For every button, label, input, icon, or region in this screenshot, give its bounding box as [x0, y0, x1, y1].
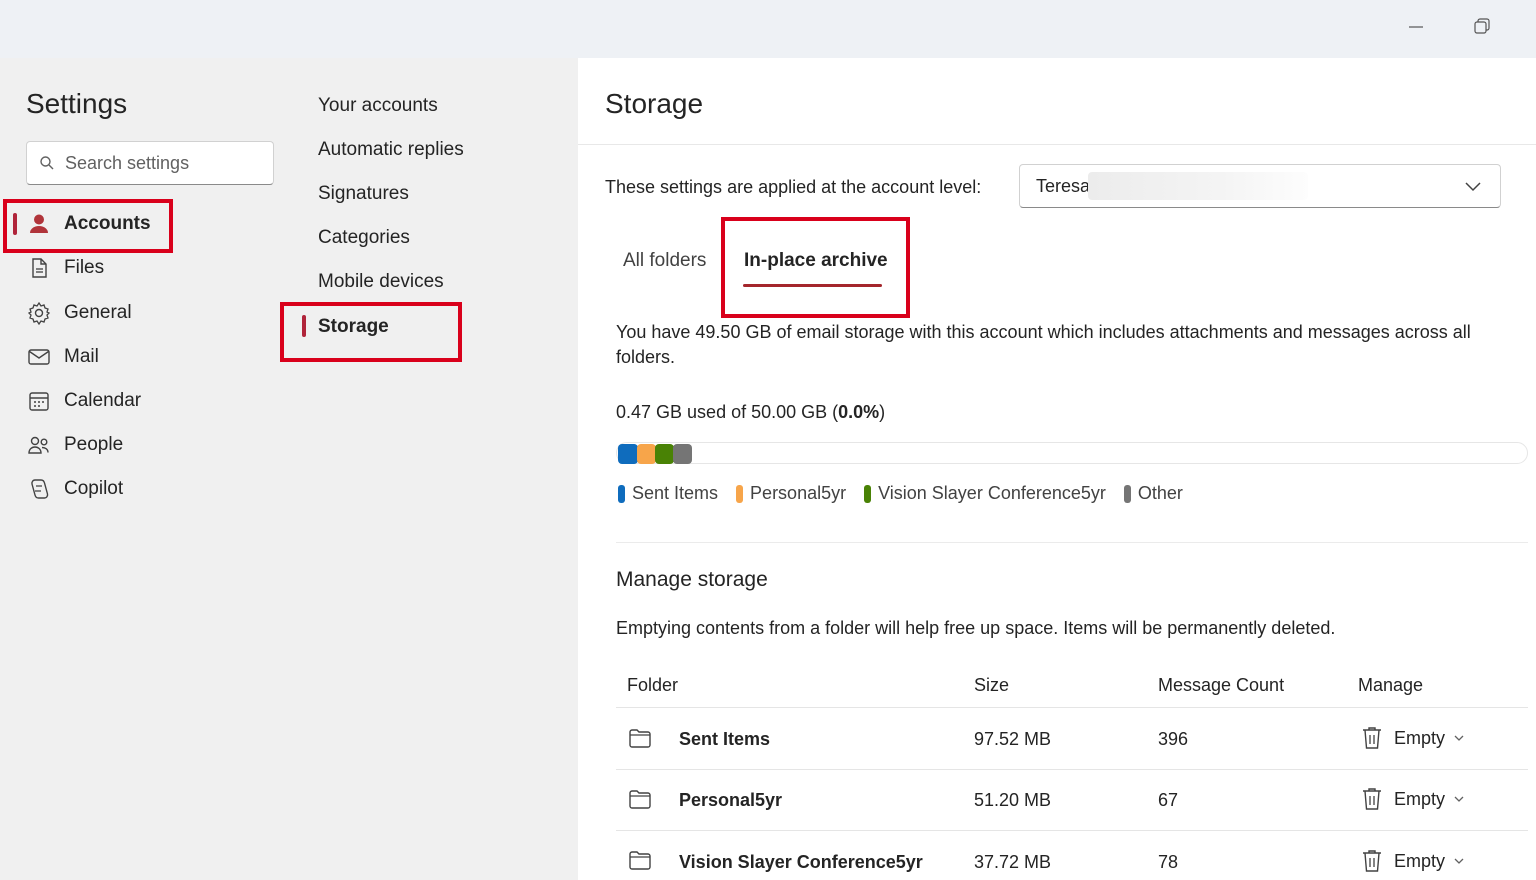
header-divider — [578, 144, 1536, 145]
nav-item-copilot[interactable]: Copilot — [26, 469, 123, 509]
settings-nav: Settings Accounts Files General Mail Cal… — [0, 58, 280, 880]
redacted-area — [1088, 172, 1308, 200]
people-icon — [26, 432, 52, 458]
chevron-down-icon — [1454, 858, 1464, 864]
nav-item-calendar[interactable]: Calendar — [26, 381, 141, 421]
column-header-size: Size — [974, 675, 1010, 695]
folder-icon — [629, 729, 651, 748]
account-dropdown-value: Teresa — [1036, 175, 1091, 196]
storage-usage-text: 0.47 GB used of 50.00 GB (0.0%) — [616, 402, 886, 422]
usage-segment-vision-slayer — [655, 444, 674, 464]
folder-size: 97.52 MB — [974, 729, 1052, 749]
chevron-down-icon — [1465, 182, 1481, 192]
section-divider — [616, 542, 1528, 543]
accounts-subnav: Your accounts Automatic replies Signatur… — [280, 58, 578, 880]
folder-message-count: 78 — [1158, 852, 1179, 872]
usage-legend: Sent Items Personal5yr Vision Slayer Con… — [618, 483, 1201, 504]
nav-item-label: Mail — [64, 346, 99, 367]
restore-button[interactable] — [1468, 14, 1496, 40]
nav-item-label: Copilot — [64, 478, 124, 499]
folder-size: 51.20 MB — [974, 790, 1052, 810]
usage-percent: 0.0% — [838, 402, 880, 422]
highlight-box-archive-tab — [721, 217, 910, 318]
nav-item-label: Files — [64, 257, 105, 278]
nav-item-label: People — [64, 434, 124, 455]
column-header-message-count: Message Count — [1158, 675, 1285, 695]
document-icon — [26, 255, 52, 281]
storage-description: You have 49.50 GB of email storage with … — [616, 322, 1471, 367]
folder-name: Personal5yr — [679, 790, 783, 810]
settings-title: Settings — [26, 88, 128, 119]
trash-icon — [1363, 788, 1381, 810]
subnav-mobile-devices[interactable]: Mobile devices — [318, 267, 444, 297]
page-title: Storage — [605, 88, 704, 119]
subnav-signatures[interactable]: Signatures — [318, 179, 409, 209]
nav-item-label: Calendar — [64, 390, 142, 411]
chevron-down-icon — [1454, 796, 1464, 802]
title-bar — [0, 0, 1536, 58]
legend-swatch — [1123, 484, 1131, 503]
folder-icon — [629, 851, 651, 870]
empty-button[interactable]: Empty — [1360, 725, 1465, 751]
row-divider — [616, 830, 1528, 831]
tab-all-folders[interactable]: All folders — [623, 246, 706, 276]
folder-name: Sent Items — [679, 729, 771, 749]
folder-message-count: 67 — [1158, 790, 1179, 810]
chevron-down-icon — [1454, 735, 1464, 741]
account-level-label: These settings are applied at the accoun… — [605, 177, 982, 197]
legend-swatch — [864, 484, 872, 503]
manage-storage-description: Emptying contents from a folder will hel… — [616, 618, 1336, 638]
usage-segment-other — [673, 444, 692, 464]
usage-segment-sent-items — [618, 444, 638, 464]
legend-item: Sent Items — [618, 483, 718, 504]
folder-name: Vision Slayer Conference5yr — [679, 852, 923, 872]
minimize-icon — [1409, 26, 1423, 28]
column-header-folder: Folder — [627, 675, 679, 695]
restore-icon — [1474, 18, 1490, 34]
manage-storage-title: Manage storage — [616, 568, 768, 591]
search-box[interactable] — [26, 141, 274, 185]
minimize-button[interactable] — [1402, 14, 1430, 40]
legend-swatch — [736, 484, 744, 503]
header-row-divider — [616, 707, 1528, 708]
legend-item: Vision Slayer Conference5yr — [864, 483, 1106, 504]
subnav-your-accounts[interactable]: Your accounts — [318, 91, 438, 121]
storage-usage-bar — [616, 442, 1528, 464]
highlight-box-accounts — [3, 199, 173, 253]
folder-message-count: 396 — [1158, 729, 1189, 749]
gear-icon — [26, 300, 52, 326]
usage-segment-personal5yr — [637, 444, 656, 464]
row-divider — [616, 769, 1528, 770]
nav-item-mail[interactable]: Mail — [26, 337, 99, 377]
legend-swatch — [618, 484, 625, 503]
column-header-manage: Manage — [1358, 675, 1424, 695]
nav-item-general[interactable]: General — [26, 293, 132, 333]
nav-item-label: General — [64, 302, 132, 323]
empty-button[interactable]: Empty — [1360, 848, 1465, 874]
trash-icon — [1363, 727, 1381, 749]
account-dropdown[interactable]: Teresa — [1019, 164, 1501, 208]
highlight-box-storage — [280, 302, 462, 362]
calendar-icon — [26, 388, 52, 414]
folder-size: 37.72 MB — [974, 852, 1052, 872]
nav-item-people[interactable]: People — [26, 425, 123, 465]
copilot-icon — [26, 476, 52, 502]
legend-item: Other — [1123, 483, 1183, 504]
search-input[interactable] — [65, 152, 255, 174]
subnav-categories[interactable]: Categories — [318, 223, 410, 253]
legend-item: Personal5yr — [736, 483, 846, 504]
nav-item-files[interactable]: Files — [26, 248, 104, 288]
storage-page: Storage These settings are applied at th… — [578, 58, 1536, 880]
folder-icon — [629, 790, 651, 809]
search-icon — [40, 156, 54, 170]
mail-icon — [26, 344, 52, 370]
trash-icon — [1363, 850, 1381, 872]
empty-button[interactable]: Empty — [1360, 786, 1465, 812]
subnav-automatic-replies[interactable]: Automatic replies — [318, 135, 464, 165]
